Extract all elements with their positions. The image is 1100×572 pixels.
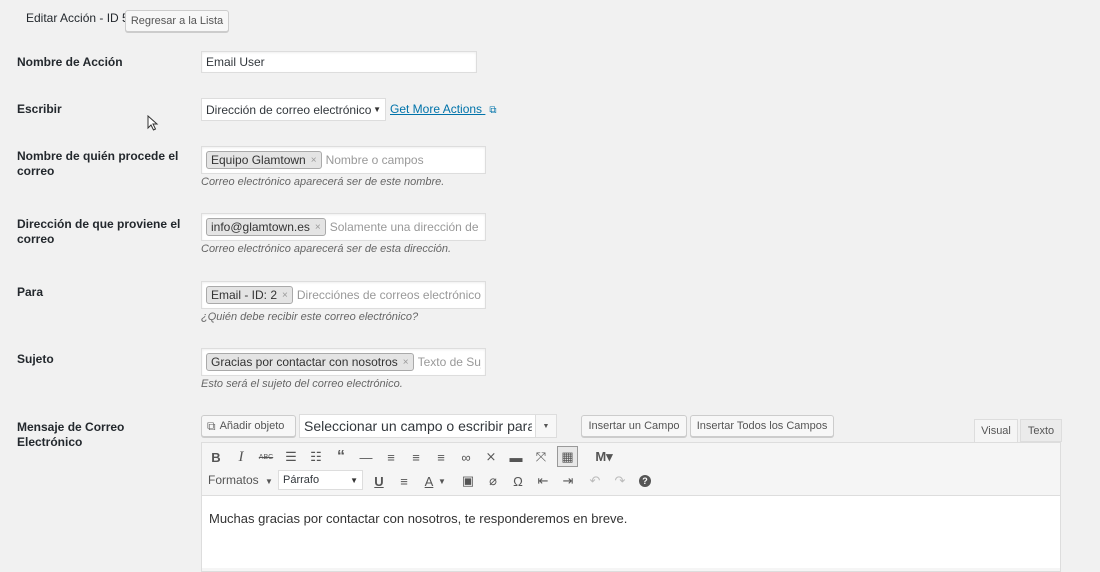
subject-tag-text: Gracias por contactar con nosotros [211, 355, 398, 369]
message-body-text: Muchas gracias por contactar con nosotro… [209, 511, 628, 526]
field-search-text: Seleccionar un campo o escribir para bus… [304, 418, 532, 434]
from-address-input[interactable]: info@glamtown.es × Solamente una direcci… [201, 213, 486, 241]
from-name-input[interactable]: Equipo Glamtown × Nombre o campos [201, 146, 486, 174]
subject-input[interactable]: Gracias por contactar con nosotros × Tex… [201, 348, 486, 376]
from-address-label: Dirección de que proviene el correo [17, 217, 181, 246]
to-description: ¿Quién debe recibir este correo electrón… [201, 311, 419, 323]
formats-dropdown[interactable]: Formatos ▼ [208, 473, 273, 487]
from-address-placeholder: Solamente una dirección de correo [329, 220, 481, 234]
horizontal-line-icon[interactable]: — [356, 447, 376, 467]
align-left-icon[interactable]: ≡ [381, 447, 401, 467]
from-address-tag-text: info@glamtown.es [211, 220, 310, 234]
from-name-label: Nombre de quién procede el correo [17, 149, 179, 178]
mouse-cursor-icon [147, 115, 159, 131]
remove-tag-icon[interactable]: × [403, 357, 409, 368]
numbered-list-icon[interactable]: ☷ [306, 447, 326, 467]
justify-icon[interactable]: ≡ [394, 471, 414, 491]
subject-label: Sujeto [17, 352, 54, 366]
to-tag[interactable]: Email - ID: 2 × [206, 286, 293, 304]
toolbar-toggle-icon[interactable]: ▦ [557, 446, 578, 467]
remove-tag-icon[interactable]: × [282, 290, 288, 301]
paragraph-label: Párrafo [283, 474, 320, 486]
add-media-label: Añadir objeto [219, 420, 285, 432]
outdent-icon[interactable]: ⇤ [533, 471, 553, 491]
subject-tag[interactable]: Gracias por contactar con nosotros × [206, 353, 414, 371]
formats-label: Formatos [208, 473, 259, 487]
merge-tags-icon[interactable]: M▾ [590, 447, 618, 467]
indent-icon[interactable]: ⇥ [558, 471, 578, 491]
insert-field-button[interactable]: Insertar un Campo [581, 415, 687, 437]
underline-icon[interactable]: U [369, 471, 389, 491]
action-name-label: Nombre de Acción [17, 55, 123, 69]
chevron-down-icon: ▼ [373, 105, 381, 114]
chevron-down-icon: ▼ [535, 415, 556, 437]
to-label: Para [17, 285, 44, 299]
strikethrough-icon[interactable]: ABC [256, 447, 276, 467]
get-more-actions-label: Get More Actions [390, 102, 483, 116]
special-character-icon[interactable]: Ω [508, 471, 528, 491]
media-icon: ⧉ [207, 418, 216, 433]
link-icon[interactable]: ∞ [456, 447, 476, 467]
clear-formatting-icon[interactable]: ⌀ [483, 471, 503, 491]
external-link-icon: ⧉ [489, 105, 497, 116]
from-name-tag-text: Equipo Glamtown [211, 153, 306, 167]
unlink-icon[interactable]: ⨯ [481, 447, 501, 467]
remove-tag-icon[interactable]: × [315, 222, 321, 233]
bold-icon[interactable]: B [206, 447, 226, 467]
tab-visual[interactable]: Visual [974, 419, 1018, 443]
page-title: Editar Acción - ID 5 [26, 11, 129, 25]
back-to-list-button[interactable]: Regresar a la Lista [125, 10, 229, 32]
to-placeholder: Direcciónes de correos electrónicos o [296, 288, 481, 302]
to-input[interactable]: Email - ID: 2 × Direcciónes de correos e… [201, 281, 486, 309]
editor-body[interactable]: Muchas gracias por contactar con nosotro… [202, 495, 1060, 568]
chevron-down-icon: ▼ [350, 475, 358, 485]
paragraph-select[interactable]: Párrafo ▼ [278, 470, 363, 490]
from-name-placeholder: Nombre o campos [325, 153, 424, 167]
undo-icon[interactable]: ↶ [585, 471, 605, 491]
align-center-icon[interactable]: ≡ [406, 447, 426, 467]
action-type-selected: Dirección de correo electrónico [206, 102, 372, 117]
from-address-tag[interactable]: info@glamtown.es × [206, 218, 326, 236]
from-address-description: Correo electrónico aparecerá ser de esta… [201, 243, 452, 255]
chevron-down-icon: ▼ [265, 477, 273, 486]
insert-all-fields-button[interactable]: Insertar Todos los Campos [690, 415, 834, 437]
action-type-select[interactable]: Dirección de correo electrónico ▼ [201, 98, 386, 121]
bullet-list-icon[interactable]: ☰ [281, 447, 301, 467]
get-more-actions-link[interactable]: Get More Actions ⧉ [390, 102, 497, 116]
chevron-down-icon[interactable]: ▼ [436, 471, 448, 491]
subject-description: Esto será el sujeto del correo electróni… [201, 378, 403, 390]
add-media-button[interactable]: ⧉ Añadir objeto [201, 415, 296, 437]
subject-placeholder: Texto de Sujeto [417, 355, 481, 369]
from-name-tag[interactable]: Equipo Glamtown × [206, 151, 322, 169]
redo-icon[interactable]: ↷ [610, 471, 630, 491]
fullscreen-icon[interactable]: ⤧ [531, 447, 551, 467]
align-right-icon[interactable]: ≡ [431, 447, 451, 467]
blockquote-icon[interactable]: “ [331, 447, 351, 467]
read-more-icon[interactable]: ▬ [506, 447, 526, 467]
to-tag-text: Email - ID: 2 [211, 288, 278, 302]
field-search-select[interactable]: Seleccionar un campo o escribir para bus… [299, 414, 557, 438]
from-name-description: Correo electrónico aparecerá ser de este… [201, 176, 445, 188]
tab-text[interactable]: Texto [1020, 419, 1062, 442]
paste-text-icon[interactable]: ▣ [458, 471, 478, 491]
remove-tag-icon[interactable]: × [311, 155, 317, 166]
action-name-input[interactable]: Email User [201, 51, 477, 73]
help-icon[interactable]: ? [635, 471, 655, 491]
message-label: Mensaje de Correo Electrónico [17, 420, 125, 449]
italic-icon[interactable]: I [231, 447, 251, 467]
